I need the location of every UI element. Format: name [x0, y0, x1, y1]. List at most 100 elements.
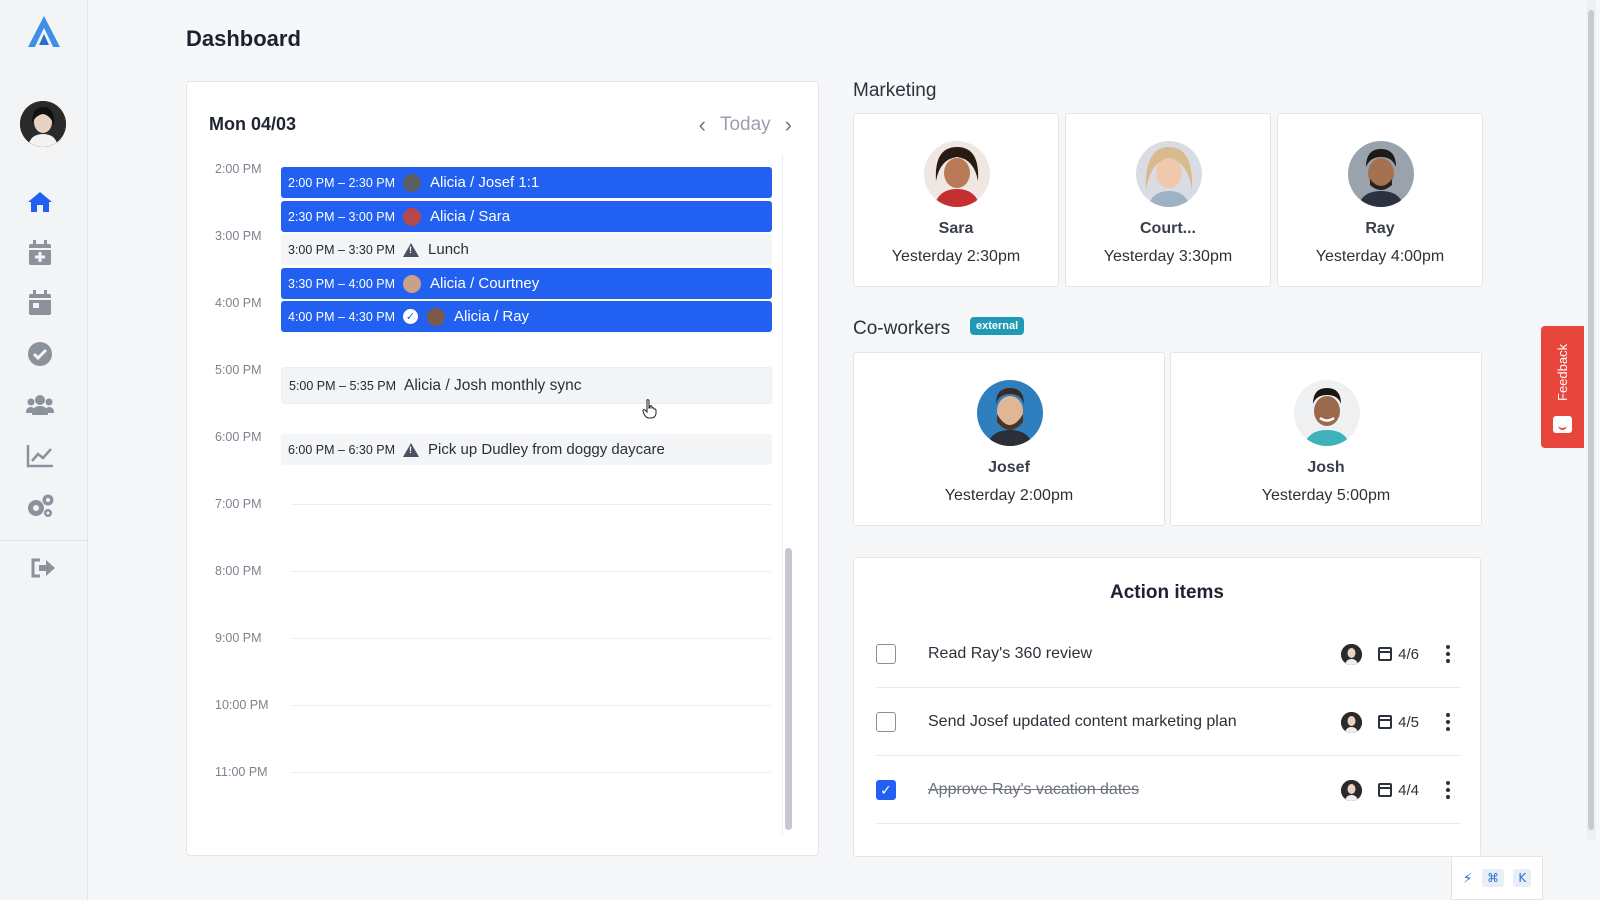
feedback-label: Feedback	[1555, 343, 1570, 401]
person-card[interactable]: Court... Yesterday 3:30pm	[1065, 113, 1271, 287]
person-name: Josh	[1307, 459, 1345, 476]
action-item-checkbox[interactable]	[876, 712, 896, 732]
command-shortcut[interactable]: ⚡ ⌘ K	[1451, 856, 1543, 900]
action-items-title: Action items	[1109, 582, 1225, 603]
due-date[interactable]: 4/6	[1378, 646, 1419, 663]
action-item-text[interactable]: Read Ray's 360 review	[928, 645, 1341, 663]
event-time: 2:30 PM – 3:00 PM	[288, 209, 396, 224]
event-time: 6:00 PM – 6:30 PM	[288, 442, 396, 457]
action-item-checkbox[interactable]: ✓	[876, 780, 896, 800]
check-circle-icon[interactable]	[24, 338, 56, 370]
attendee-avatar	[403, 173, 422, 192]
attendee-avatar	[403, 274, 422, 293]
more-options-icon[interactable]	[1441, 781, 1455, 799]
event-title: Alicia / Josef 1:1	[430, 174, 540, 191]
calendar-event[interactable]: 2:00 PM – 2:30 PM Alicia / Josef 1:1	[281, 167, 772, 198]
due-date-label: 4/5	[1398, 713, 1419, 731]
person-card[interactable]: Sara Yesterday 2:30pm	[853, 113, 1059, 287]
app-logo-icon[interactable]	[25, 14, 63, 50]
page-scrollbar[interactable]	[1586, 0, 1596, 840]
home-icon[interactable]	[24, 186, 56, 218]
chevron-left-icon[interactable]: ‹	[699, 112, 706, 138]
action-item-text[interactable]: Send Josef updated content marketing pla…	[928, 713, 1341, 731]
event-title: Alicia / Sara	[430, 208, 511, 225]
calendar-event[interactable]: 3:00 PM – 3:30 PM Lunch	[281, 234, 772, 265]
calendar-event[interactable]: 5:00 PM – 5:35 PM Alicia / Josh monthly …	[281, 367, 772, 404]
hand-cursor-icon	[642, 399, 657, 419]
due-date[interactable]: 4/5	[1378, 714, 1419, 731]
coworkers-heading: Co-workers	[853, 318, 951, 339]
event-title: Alicia / Josh monthly sync	[404, 376, 582, 394]
page-scrollbar-thumb[interactable]	[1588, 10, 1594, 830]
calendar-icon	[1378, 783, 1393, 797]
users-icon[interactable]	[24, 389, 56, 421]
settings-icon[interactable]	[24, 490, 56, 522]
owner-avatar[interactable]	[1341, 711, 1363, 733]
logout-icon[interactable]	[27, 552, 59, 584]
event-time: 3:00 PM – 3:30 PM	[288, 242, 396, 257]
calendar-date: Mon 04/03	[209, 114, 297, 134]
action-item-text[interactable]: Approve Ray's vacation dates	[928, 781, 1341, 799]
page-title: Dashboard	[186, 26, 301, 51]
hour-gridline	[291, 638, 771, 639]
marketing-heading: Marketing	[853, 80, 937, 101]
person-last-meeting: Yesterday 2:30pm	[891, 248, 1021, 265]
warning-icon	[403, 442, 420, 457]
hour-label: 4:00 PM	[215, 296, 262, 310]
person-card[interactable]: Josef Yesterday 2:00pm	[853, 352, 1165, 526]
k-key: K	[1513, 869, 1532, 887]
more-options-icon[interactable]	[1441, 713, 1455, 731]
hour-gridline	[291, 504, 771, 505]
user-avatar[interactable]	[20, 101, 66, 147]
owner-avatar[interactable]	[1341, 779, 1363, 801]
person-card[interactable]: Ray Yesterday 4:00pm	[1277, 113, 1483, 287]
attendee-avatar	[427, 307, 446, 326]
hour-gridline	[291, 772, 771, 773]
calendar-event[interactable]: 2:30 PM – 3:00 PM Alicia / Sara	[281, 201, 772, 232]
event-time: 5:00 PM – 5:35 PM	[289, 378, 397, 393]
calendar-scroll-track	[782, 154, 783, 834]
calendar-timeline: 2:00 PM 3:00 PM 4:00 PM 5:00 PM 6:00 PM …	[187, 154, 787, 844]
calendar-plus-icon[interactable]	[24, 237, 56, 269]
chart-icon[interactable]	[24, 440, 56, 472]
event-time: 2:00 PM – 2:30 PM	[288, 175, 396, 190]
action-item-row: Send Josef updated content marketing pla…	[876, 689, 1461, 756]
person-avatar	[977, 380, 1043, 446]
person-name: Josef	[988, 459, 1030, 476]
calendar-event[interactable]: 4:00 PM – 4:30 PM ✓ Alicia / Ray	[281, 301, 772, 332]
calendar-event[interactable]: 3:30 PM – 4:00 PM Alicia / Courtney	[281, 268, 772, 299]
person-last-meeting: Yesterday 2:00pm	[944, 487, 1074, 504]
chevron-right-icon[interactable]: ›	[785, 112, 792, 138]
calendar-event[interactable]: 6:00 PM – 6:30 PM Pick up Dudley from do…	[281, 434, 772, 465]
calendar-icon	[1378, 647, 1393, 661]
hour-gridline	[291, 571, 771, 572]
today-button[interactable]: Today	[720, 114, 771, 136]
action-item-checkbox[interactable]	[876, 644, 896, 664]
warning-icon	[403, 242, 420, 257]
hour-label: 11:00 PM	[215, 765, 268, 779]
person-card[interactable]: Josh Yesterday 5:00pm	[1170, 352, 1482, 526]
event-time: 3:30 PM – 4:00 PM	[288, 276, 396, 291]
hour-label: 7:00 PM	[215, 497, 262, 511]
person-avatar	[924, 141, 990, 207]
due-date[interactable]: 4/4	[1378, 782, 1419, 799]
owner-avatar[interactable]	[1341, 643, 1363, 665]
due-date-label: 4/6	[1398, 645, 1419, 663]
more-options-icon[interactable]	[1441, 645, 1455, 663]
hour-label: 5:00 PM	[215, 363, 262, 377]
action-item-row: ✓ Approve Ray's vacation dates 4/4	[876, 757, 1461, 824]
hour-gridline	[291, 705, 771, 706]
hour-label: 9:00 PM	[215, 631, 262, 645]
calendar-scrollbar[interactable]	[785, 548, 792, 830]
event-title: Pick up Dudley from doggy daycare	[428, 441, 665, 458]
calendar-card: Mon 04/03 ‹ Today › 2:00 PM 3:00 PM 4:00…	[186, 81, 819, 856]
attendee-avatar	[403, 207, 422, 226]
event-title: Alicia / Ray	[454, 308, 530, 325]
calendar-icon[interactable]	[24, 287, 56, 319]
feedback-button[interactable]: Feedback	[1541, 326, 1584, 448]
person-avatar	[1348, 141, 1414, 207]
sidebar	[0, 0, 88, 900]
action-items-card: Action items Read Ray's 360 review 4/6 S…	[853, 557, 1481, 857]
hour-label: 8:00 PM	[215, 564, 262, 578]
check-circle-icon: ✓	[403, 309, 419, 324]
